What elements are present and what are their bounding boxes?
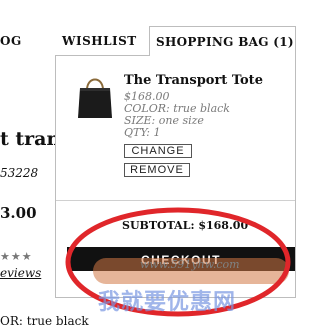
shopping-bag-label: SHOPPING BAG (1) (156, 35, 294, 49)
nav-item-partial[interactable]: OG (0, 34, 22, 48)
rating-stars: ★★★ (0, 250, 33, 263)
subtotal: SUBTOTAL: $168.00 (122, 219, 249, 232)
product-price: 3.00 (0, 204, 37, 222)
remove-button[interactable]: REMOVE (124, 163, 190, 177)
item-name[interactable]: The Transport Tote (124, 73, 263, 88)
product-sku: 53228 (0, 166, 39, 180)
watermark-url: www.591yhw.com (140, 258, 240, 271)
tote-bag-icon[interactable] (76, 72, 114, 120)
reviews-link[interactable]: eviews (0, 266, 41, 280)
change-button[interactable]: CHANGE (124, 144, 192, 158)
nav-wishlist-link[interactable]: WISHLIST (62, 34, 137, 48)
product-color: OR: true black (0, 314, 89, 328)
divider (56, 200, 295, 201)
shopping-bag-tab[interactable]: SHOPPING BAG (1) (149, 26, 296, 56)
watermark-text: 我就要优惠网 (98, 290, 237, 315)
item-qty: QTY: 1 (124, 126, 161, 139)
